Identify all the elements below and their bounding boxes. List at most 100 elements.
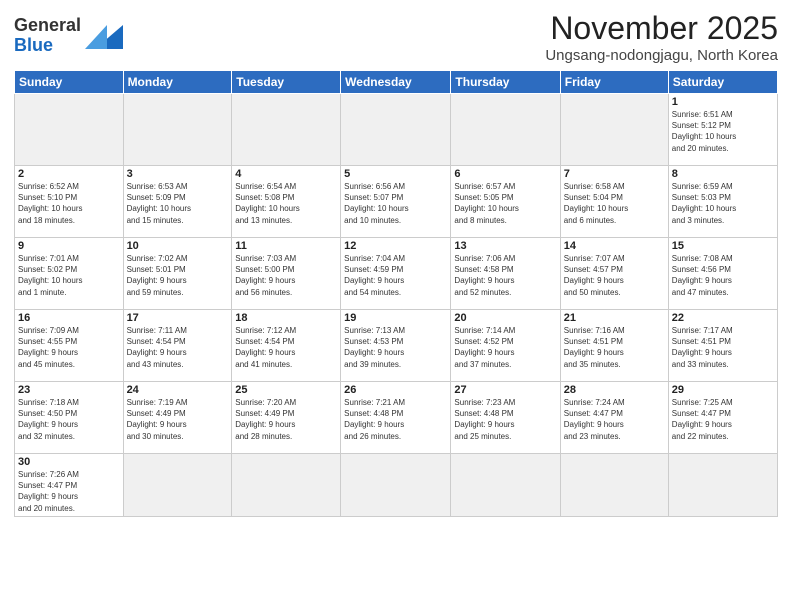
weekday-header-row: Sunday Monday Tuesday Wednesday Thursday… [15,71,778,94]
day-info: Sunrise: 6:53 AM Sunset: 5:09 PM Dayligh… [127,181,229,226]
day-number: 13 [454,240,556,252]
day-info: Sunrise: 7:01 AM Sunset: 5:02 PM Dayligh… [18,253,120,298]
header-sunday: Sunday [15,71,124,94]
calendar-cell: 14Sunrise: 7:07 AM Sunset: 4:57 PM Dayli… [560,238,668,310]
calendar-cell: 1Sunrise: 6:51 AM Sunset: 5:12 PM Daylig… [668,94,777,166]
day-number: 12 [344,240,447,252]
day-number: 2 [18,168,120,180]
day-info: Sunrise: 7:25 AM Sunset: 4:47 PM Dayligh… [672,397,774,442]
day-info: Sunrise: 7:09 AM Sunset: 4:55 PM Dayligh… [18,325,120,370]
calendar-cell [123,94,232,166]
day-number: 7 [564,168,665,180]
logo-general: General [14,15,81,35]
day-number: 8 [672,168,774,180]
day-info: Sunrise: 7:03 AM Sunset: 5:00 PM Dayligh… [235,253,337,298]
calendar-cell: 11Sunrise: 7:03 AM Sunset: 5:00 PM Dayli… [232,238,341,310]
calendar-cell [232,454,341,517]
calendar-cell: 7Sunrise: 6:58 AM Sunset: 5:04 PM Daylig… [560,166,668,238]
day-info: Sunrise: 7:11 AM Sunset: 4:54 PM Dayligh… [127,325,229,370]
calendar-cell: 25Sunrise: 7:20 AM Sunset: 4:49 PM Dayli… [232,382,341,454]
day-number: 19 [344,312,447,324]
day-number: 26 [344,384,447,396]
calendar-cell: 12Sunrise: 7:04 AM Sunset: 4:59 PM Dayli… [341,238,451,310]
day-info: Sunrise: 7:14 AM Sunset: 4:52 PM Dayligh… [454,325,556,370]
calendar-cell: 16Sunrise: 7:09 AM Sunset: 4:55 PM Dayli… [15,310,124,382]
calendar-cell [560,94,668,166]
day-number: 30 [18,456,120,468]
calendar-cell: 28Sunrise: 7:24 AM Sunset: 4:47 PM Dayli… [560,382,668,454]
day-info: Sunrise: 7:07 AM Sunset: 4:57 PM Dayligh… [564,253,665,298]
header-wednesday: Wednesday [341,71,451,94]
day-number: 16 [18,312,120,324]
day-info: Sunrise: 6:57 AM Sunset: 5:05 PM Dayligh… [454,181,556,226]
logo-blue: Blue [14,35,53,55]
calendar-cell: 15Sunrise: 7:08 AM Sunset: 4:56 PM Dayli… [668,238,777,310]
calendar-cell: 9Sunrise: 7:01 AM Sunset: 5:02 PM Daylig… [15,238,124,310]
day-number: 29 [672,384,774,396]
calendar-cell: 22Sunrise: 7:17 AM Sunset: 4:51 PM Dayli… [668,310,777,382]
day-info: Sunrise: 6:58 AM Sunset: 5:04 PM Dayligh… [564,181,665,226]
day-number: 23 [18,384,120,396]
calendar-cell: 27Sunrise: 7:23 AM Sunset: 4:48 PM Dayli… [451,382,560,454]
day-info: Sunrise: 6:51 AM Sunset: 5:12 PM Dayligh… [672,109,774,154]
calendar-cell [668,454,777,517]
day-info: Sunrise: 7:12 AM Sunset: 4:54 PM Dayligh… [235,325,337,370]
calendar-cell: 2Sunrise: 6:52 AM Sunset: 5:10 PM Daylig… [15,166,124,238]
calendar-cell: 18Sunrise: 7:12 AM Sunset: 4:54 PM Dayli… [232,310,341,382]
day-number: 20 [454,312,556,324]
calendar-cell: 23Sunrise: 7:18 AM Sunset: 4:50 PM Dayli… [15,382,124,454]
day-info: Sunrise: 6:52 AM Sunset: 5:10 PM Dayligh… [18,181,120,226]
day-info: Sunrise: 7:13 AM Sunset: 4:53 PM Dayligh… [344,325,447,370]
day-info: Sunrise: 6:56 AM Sunset: 5:07 PM Dayligh… [344,181,447,226]
calendar-cell: 20Sunrise: 7:14 AM Sunset: 4:52 PM Dayli… [451,310,560,382]
calendar-cell: 29Sunrise: 7:25 AM Sunset: 4:47 PM Dayli… [668,382,777,454]
day-number: 17 [127,312,229,324]
day-info: Sunrise: 7:21 AM Sunset: 4:48 PM Dayligh… [344,397,447,442]
day-info: Sunrise: 7:16 AM Sunset: 4:51 PM Dayligh… [564,325,665,370]
calendar-cell [560,454,668,517]
day-number: 25 [235,384,337,396]
day-number: 5 [344,168,447,180]
header-monday: Monday [123,71,232,94]
day-info: Sunrise: 7:04 AM Sunset: 4:59 PM Dayligh… [344,253,447,298]
day-info: Sunrise: 7:18 AM Sunset: 4:50 PM Dayligh… [18,397,120,442]
day-number: 10 [127,240,229,252]
day-info: Sunrise: 7:02 AM Sunset: 5:01 PM Dayligh… [127,253,229,298]
calendar-cell [15,94,124,166]
header-friday: Friday [560,71,668,94]
calendar-cell: 3Sunrise: 6:53 AM Sunset: 5:09 PM Daylig… [123,166,232,238]
calendar-cell: 30Sunrise: 7:26 AM Sunset: 4:47 PM Dayli… [15,454,124,517]
day-number: 3 [127,168,229,180]
month-title: November 2025 [545,10,778,47]
location: Ungsang-nodongjagu, North Korea [545,47,778,64]
day-info: Sunrise: 7:26 AM Sunset: 4:47 PM Dayligh… [18,469,120,514]
calendar-cell: 4Sunrise: 6:54 AM Sunset: 5:08 PM Daylig… [232,166,341,238]
calendar-cell [451,94,560,166]
day-info: Sunrise: 7:19 AM Sunset: 4:49 PM Dayligh… [127,397,229,442]
header-thursday: Thursday [451,71,560,94]
calendar-cell: 6Sunrise: 6:57 AM Sunset: 5:05 PM Daylig… [451,166,560,238]
calendar-table: Sunday Monday Tuesday Wednesday Thursday… [14,70,778,517]
day-number: 22 [672,312,774,324]
calendar-cell: 10Sunrise: 7:02 AM Sunset: 5:01 PM Dayli… [123,238,232,310]
header-tuesday: Tuesday [232,71,341,94]
calendar-cell: 17Sunrise: 7:11 AM Sunset: 4:54 PM Dayli… [123,310,232,382]
page-header: General Blue November 2025 Ungsang-nodon… [14,10,778,64]
day-info: Sunrise: 6:59 AM Sunset: 5:03 PM Dayligh… [672,181,774,226]
calendar-cell: 19Sunrise: 7:13 AM Sunset: 4:53 PM Dayli… [341,310,451,382]
calendar-cell [341,94,451,166]
day-info: Sunrise: 7:20 AM Sunset: 4:49 PM Dayligh… [235,397,337,442]
day-number: 6 [454,168,556,180]
day-number: 4 [235,168,337,180]
day-number: 9 [18,240,120,252]
logo: General Blue [14,16,123,56]
title-block: November 2025 Ungsang-nodongjagu, North … [545,10,778,64]
day-number: 1 [672,96,774,108]
calendar-cell [232,94,341,166]
day-info: Sunrise: 7:08 AM Sunset: 4:56 PM Dayligh… [672,253,774,298]
day-info: Sunrise: 7:06 AM Sunset: 4:58 PM Dayligh… [454,253,556,298]
calendar-cell: 24Sunrise: 7:19 AM Sunset: 4:49 PM Dayli… [123,382,232,454]
calendar-cell [341,454,451,517]
calendar-cell: 13Sunrise: 7:06 AM Sunset: 4:58 PM Dayli… [451,238,560,310]
day-info: Sunrise: 7:23 AM Sunset: 4:48 PM Dayligh… [454,397,556,442]
